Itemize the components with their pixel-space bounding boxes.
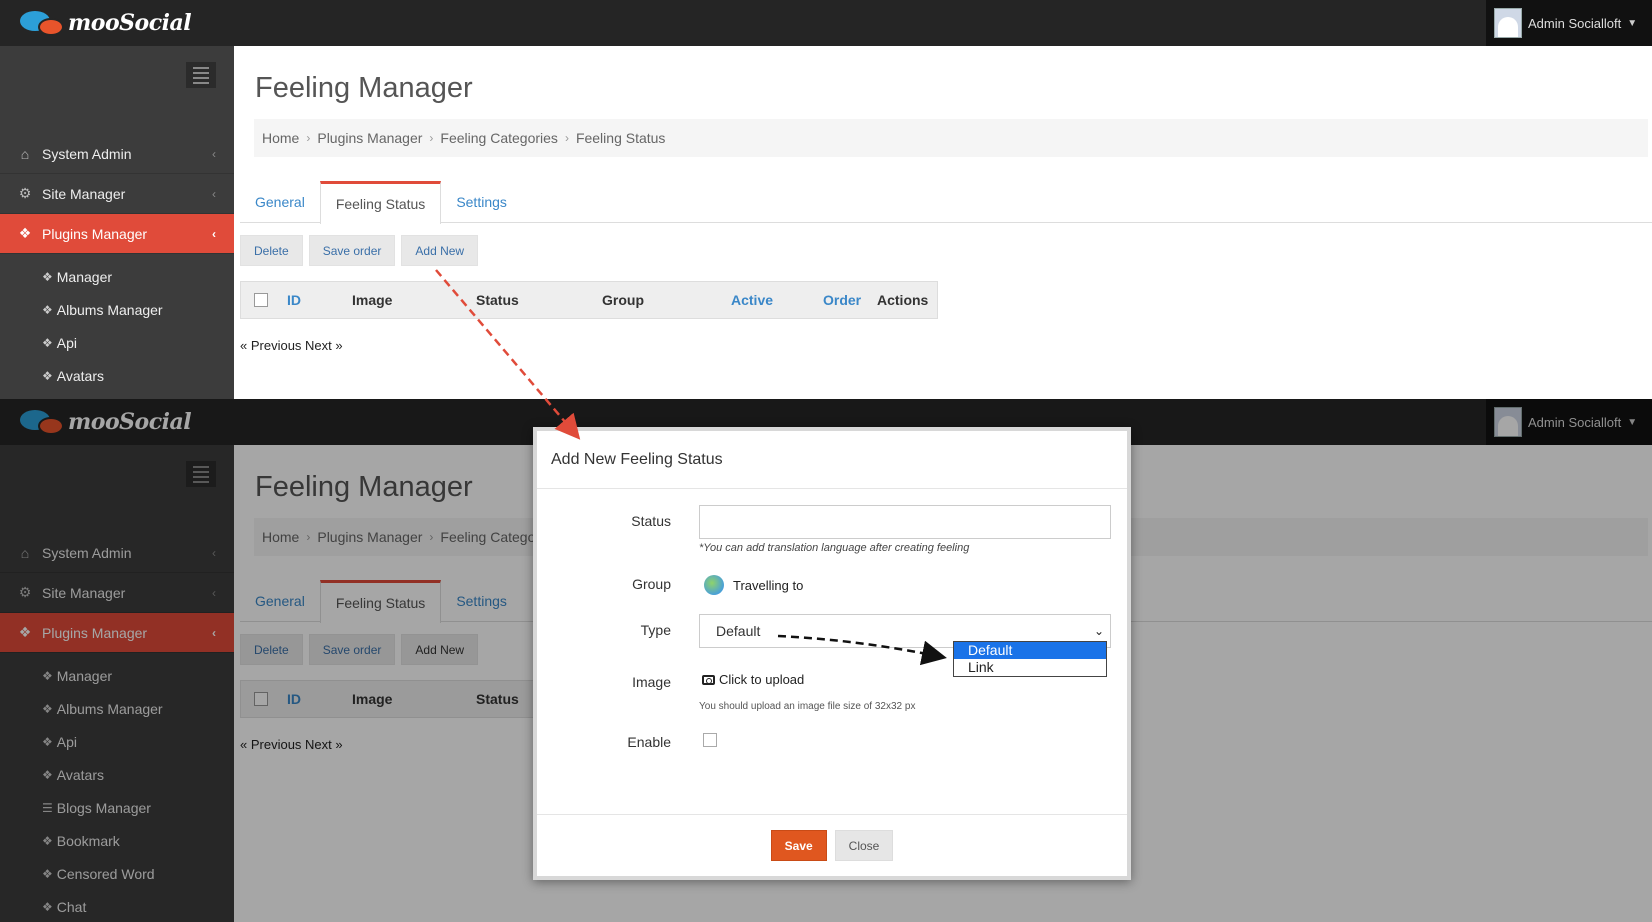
sidebar: ⌂ System Admin ‹ ⚙ Site Manager ‹ ❖ Plug…	[0, 46, 234, 399]
menu-toggle-icon[interactable]	[186, 62, 216, 88]
tab-general[interactable]: General	[240, 181, 320, 223]
breadcrumb-home[interactable]: Home	[262, 130, 299, 146]
enable-checkbox[interactable]	[703, 733, 717, 747]
tag-icon: ❖	[42, 269, 53, 284]
breadcrumb-plugins-manager[interactable]: Plugins Manager	[317, 130, 422, 146]
home-icon: ⌂	[20, 145, 30, 162]
sidebar-subitem-label: Manager	[56, 268, 113, 285]
sidebar-subitem-label: Albums Manager	[56, 301, 163, 318]
sidebar-subitem-label: Api	[56, 334, 77, 351]
sidebar-subitem-manager[interactable]: ❖ Manager	[0, 260, 234, 293]
column-image: Image	[352, 292, 393, 308]
breadcrumb-feeling-status: Feeling Status	[575, 130, 666, 146]
add-new-button[interactable]: Add New	[401, 235, 479, 266]
sidebar-subnav: ❖ Manager ❖ Albums Manager ❖ Api ❖ Avatars	[0, 254, 234, 392]
select-all-cell	[254, 282, 268, 318]
tag-icon: ❖	[42, 368, 53, 383]
add-feeling-status-modal: Add New Feeling Status Status *You can a…	[533, 427, 1131, 880]
group-value[interactable]: Travelling to	[733, 578, 803, 593]
image-label: Image	[632, 674, 671, 690]
chevron-right-icon: ›	[429, 131, 434, 145]
type-dropdown: Default Link	[953, 641, 1107, 677]
chevron-down-icon: ⌄	[1093, 624, 1104, 638]
status-label: Status	[631, 513, 671, 529]
pagination[interactable]: « Previous Next »	[240, 338, 343, 353]
chevron-right-icon: ›	[564, 131, 569, 145]
main-content: Feeling Manager Home › Plugins Manager › F…	[234, 46, 1652, 399]
breadcrumb: Home › Plugins Manager › Feeling Categorie…	[254, 119, 1648, 157]
save-order-button[interactable]: Save order	[308, 235, 396, 266]
sidebar-subitem-avatars[interactable]: ❖ Avatars	[0, 359, 234, 392]
user-name: Admin Socialloft	[1528, 15, 1622, 31]
column-group: Group	[602, 292, 644, 308]
status-hint: *You can add translation language after …	[699, 542, 970, 554]
column-actions: Actions	[877, 292, 929, 308]
upload-hint: You should upload an image file size of …	[699, 701, 916, 712]
tab-settings[interactable]: Settings	[441, 181, 522, 223]
column-active[interactable]: Active	[731, 282, 773, 318]
chevron-left-icon: ‹	[212, 146, 216, 161]
tag-icon: ❖	[42, 335, 53, 350]
type-label: Type	[640, 622, 671, 638]
logo[interactable]: mooSocial	[18, 8, 192, 38]
column-id[interactable]: ID	[287, 282, 301, 318]
logo-text: mooSocial	[68, 10, 192, 36]
upload-text: Click to upload	[719, 672, 805, 687]
upload-button[interactable]: Click to upload	[702, 672, 804, 687]
toolbar: Delete Save order Add New	[240, 235, 479, 266]
page-title: Feeling Manager	[255, 72, 473, 104]
breadcrumb-feeling-categories[interactable]: Feeling Categories	[440, 130, 558, 146]
modal-footer: Save Close	[537, 814, 1127, 876]
sidebar-subitem-albums-manager[interactable]: ❖ Albums Manager	[0, 293, 234, 326]
sidebar-item-system-admin[interactable]: ⌂ System Admin ‹	[0, 134, 234, 174]
save-button[interactable]: Save	[770, 830, 827, 861]
type-option-link[interactable]: Link	[954, 659, 1106, 676]
sidebar-item-label: System Admin	[42, 145, 132, 162]
tag-icon: ❖	[18, 225, 32, 241]
table-header: ID Image Status Group Active Order Actio…	[240, 281, 938, 319]
screenshot-top: mooSocial Admin Socialloft ▼ ⌂ System Ad…	[0, 0, 1652, 399]
status-input[interactable]	[699, 505, 1111, 539]
sidebar-nav: ⌂ System Admin ‹ ⚙ Site Manager ‹ ❖ Plug…	[0, 134, 234, 392]
chevron-down-icon: ▼	[1627, 17, 1638, 29]
sidebar-subitem-label: Avatars	[56, 367, 104, 384]
column-order[interactable]: Order	[823, 282, 861, 318]
group-label: Group	[632, 576, 671, 592]
delete-button[interactable]: Delete	[240, 235, 303, 266]
gears-icon: ⚙	[18, 185, 32, 201]
sidebar-subitem-api[interactable]: ❖ Api	[0, 326, 234, 359]
camera-icon	[702, 674, 715, 685]
modal-title: Add New Feeling Status	[537, 431, 1127, 489]
chevron-left-icon: ‹	[212, 226, 216, 241]
close-button[interactable]: Close	[834, 830, 894, 861]
chevron-left-icon: ‹	[212, 186, 216, 201]
user-menu[interactable]: Admin Socialloft ▼	[1486, 0, 1652, 46]
tab-bar: General Feeling Status Settings	[240, 181, 1652, 224]
enable-label: Enable	[627, 734, 671, 750]
logo-icon	[18, 8, 66, 38]
top-navbar: mooSocial Admin Socialloft ▼	[0, 0, 1652, 46]
avatar	[1494, 8, 1522, 38]
sidebar-item-label: Plugins Manager	[42, 225, 148, 242]
sidebar-item-label: Site Manager	[42, 185, 126, 202]
type-selected-value: Default	[716, 623, 761, 639]
chevron-right-icon: ›	[306, 131, 311, 145]
travel-globe-icon	[704, 575, 724, 595]
tag-icon: ❖	[42, 302, 53, 317]
column-status: Status	[476, 292, 519, 308]
sidebar-item-site-manager[interactable]: ⚙ Site Manager ‹	[0, 174, 234, 214]
tab-feeling-status[interactable]: Feeling Status	[319, 181, 442, 224]
select-all-checkbox[interactable]	[254, 293, 268, 307]
type-option-default[interactable]: Default	[954, 642, 1106, 659]
sidebar-item-plugins-manager[interactable]: ❖ Plugins Manager ‹	[0, 214, 234, 254]
